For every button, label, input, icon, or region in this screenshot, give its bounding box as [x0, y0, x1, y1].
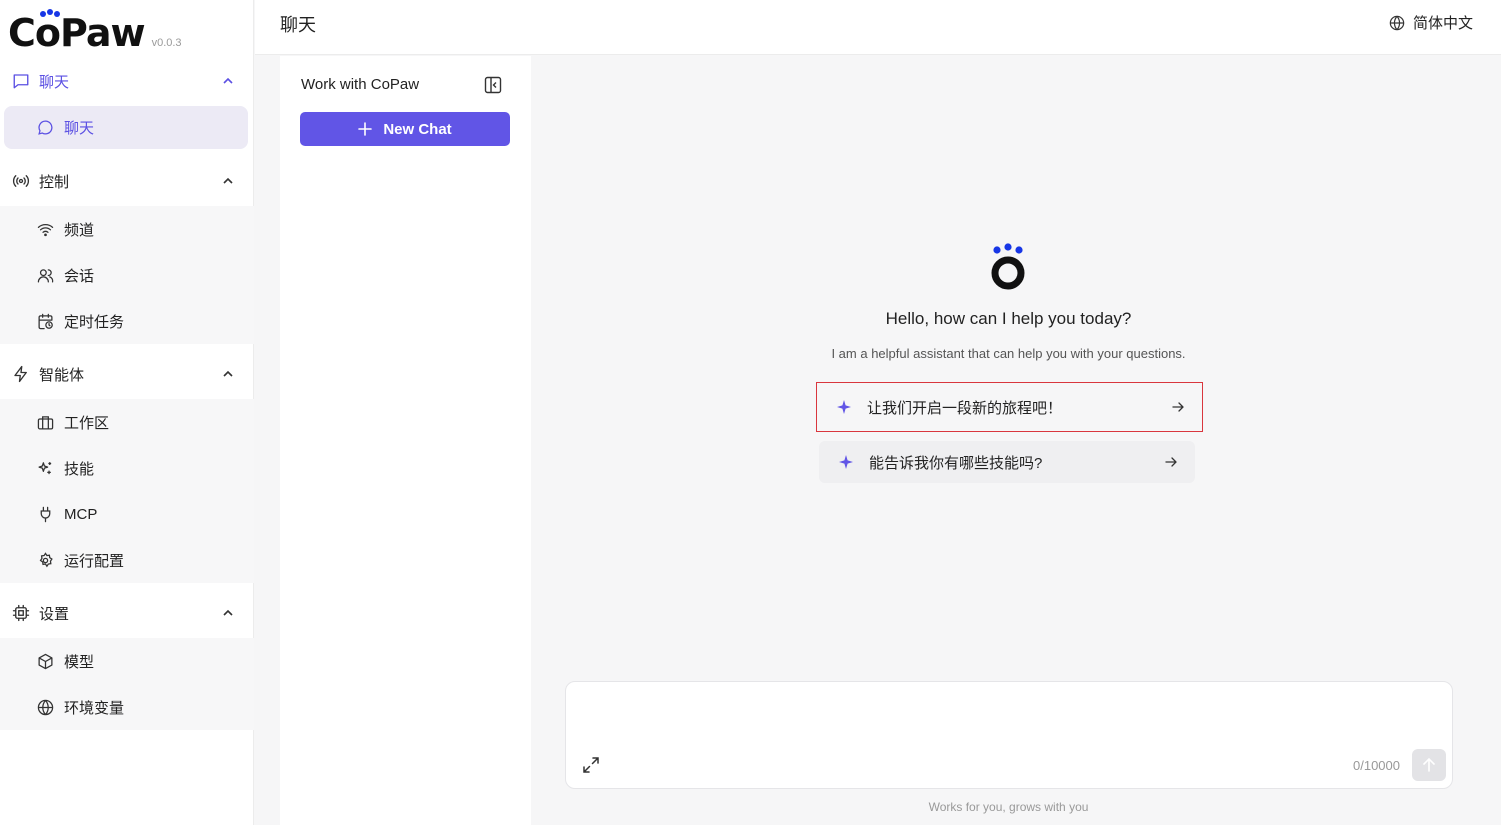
sidebar-item-label: 频道	[64, 221, 95, 239]
session-panel: Work with CoPaw New Chat	[280, 56, 531, 825]
sparkle-icon	[839, 455, 853, 469]
app-root: Co Paw v0.0.3 聊天 聊天 控制 频道 会话 定时任务 智能体 工作…	[0, 0, 1501, 825]
sidebar-item-models[interactable]: 模型	[0, 638, 254, 684]
sidebar-item-scheduled-tasks[interactable]: 定时任务	[0, 298, 254, 344]
users-icon	[37, 267, 54, 284]
globe-icon	[1389, 15, 1405, 31]
chat-input[interactable]	[580, 692, 1440, 748]
sidebar-item-workspace[interactable]: 工作区	[0, 399, 254, 445]
chat-input-box: 0/10000	[565, 681, 1453, 789]
footer-tagline: Works for you, grows with you	[928, 800, 1089, 814]
expand-icon[interactable]	[582, 756, 600, 774]
sidebar-item-runtime-config[interactable]: 运行配置	[0, 537, 254, 583]
arrow-right-icon	[1165, 456, 1177, 468]
brand-dots-icon	[39, 9, 60, 17]
sidebar-item-label: 工作区	[64, 414, 110, 432]
brand-name-prefix: C	[8, 11, 36, 55]
suggestion-text: 能告诉我你有哪些技能吗?	[869, 454, 1043, 472]
brand-logo: Co Paw v0.0.3	[8, 8, 182, 54]
menu-group-body: 聊天	[0, 106, 254, 149]
message-circle-icon	[37, 119, 54, 136]
sparkles-icon	[37, 460, 54, 477]
menu-group-header-chat[interactable]: 聊天	[0, 56, 254, 106]
sidebar-item-label: MCP	[64, 505, 98, 523]
menu-group-label: 控制	[39, 173, 70, 191]
calendar-clock-icon	[37, 313, 54, 330]
sparkle-icon	[837, 400, 851, 414]
sidebar-item-label: 运行配置	[64, 552, 125, 570]
menu-group-chat: 聊天 聊天	[0, 56, 254, 149]
briefcase-icon	[37, 414, 54, 431]
language-switch[interactable]: 简体中文	[1389, 12, 1473, 33]
sidebar-item-channels[interactable]: 频道	[0, 206, 254, 252]
brand-name-suffix: Paw	[60, 11, 146, 55]
sidebar: Co Paw v0.0.3 聊天 聊天 控制 频道 会话 定时任务 智能体 工作…	[0, 0, 254, 825]
language-label: 简体中文	[1412, 15, 1473, 32]
sidebar-item-label: 环境变量	[64, 699, 125, 717]
arrow-up-icon	[1423, 758, 1435, 772]
welcome-subtitle: I am a helpful assistant that can help y…	[831, 346, 1186, 361]
app-version: v0.0.3	[151, 37, 182, 49]
char-count: 0/10000	[1353, 758, 1400, 773]
menu-group-body: 模型 环境变量	[0, 638, 254, 730]
message-square-icon	[12, 72, 30, 90]
plug-icon	[37, 506, 54, 523]
menu-group-header-agent[interactable]: 智能体	[0, 349, 254, 399]
sidebar-item-env-vars[interactable]: 环境变量	[0, 684, 254, 730]
box-icon	[37, 653, 54, 670]
sidebar-item-skills[interactable]: 技能	[0, 445, 254, 491]
zap-icon	[12, 365, 30, 383]
menu-group-settings: 设置 模型 环境变量	[0, 588, 254, 730]
menu-group-label: 设置	[39, 605, 70, 623]
collapse-panel-icon[interactable]	[484, 76, 502, 94]
chevron-up-icon[interactable]	[222, 368, 234, 380]
chat-main: Hello, how can I help you today? I am a …	[531, 56, 1501, 825]
session-panel-title: Work with CoPaw	[301, 76, 420, 93]
menu-group-header-control[interactable]: 控制	[0, 156, 254, 206]
page-title: 聊天	[280, 15, 316, 35]
menu-group-agent: 智能体 工作区 技能 MCP 运行配置	[0, 349, 254, 583]
sidebar-item-chat[interactable]: 聊天	[4, 106, 248, 149]
new-chat-label: New Chat	[383, 120, 452, 138]
menu-group-header-settings[interactable]: 设置	[0, 588, 254, 638]
menu-group-label: 聊天	[39, 73, 70, 91]
sidebar-item-mcp[interactable]: MCP	[0, 491, 254, 537]
radio-broadcast-icon	[12, 172, 30, 190]
new-chat-button[interactable]: New Chat	[300, 112, 510, 146]
top-header: 聊天 简体中文	[255, 0, 1501, 55]
send-button[interactable]	[1412, 749, 1446, 781]
sidebar-item-label: 模型	[64, 653, 95, 671]
sidebar-item-label: 聊天	[64, 120, 95, 137]
chevron-up-icon[interactable]	[222, 175, 234, 187]
sidebar-item-sessions[interactable]: 会话	[0, 252, 254, 298]
suggestion-card[interactable]: 让我们开启一段新的旅程吧！	[816, 382, 1203, 432]
menu-group-control: 控制 频道 会话 定时任务	[0, 156, 254, 344]
welcome-title: Hello, how can I help you today?	[885, 309, 1132, 328]
copaw-logo-icon	[991, 243, 1025, 290]
wifi-icon	[37, 221, 54, 238]
sidebar-item-label: 定时任务	[64, 313, 125, 331]
globe-icon	[37, 699, 54, 716]
sidebar-item-label: 会话	[64, 267, 95, 285]
chevron-up-icon[interactable]	[222, 607, 234, 619]
arrow-right-icon	[1172, 401, 1184, 413]
brand-name: Co Paw	[8, 9, 146, 55]
suggestion-text: 让我们开启一段新的旅程吧！	[867, 399, 1063, 417]
plus-icon	[358, 122, 373, 136]
chevron-up-icon[interactable]	[222, 75, 234, 87]
suggestion-card[interactable]: 能告诉我你有哪些技能吗?	[819, 441, 1195, 483]
menu-group-body: 频道 会话 定时任务	[0, 206, 254, 344]
brand-o: o	[34, 9, 61, 55]
menu-group-label: 智能体	[39, 366, 85, 384]
sidebar-item-label: 技能	[64, 460, 95, 478]
cpu-icon	[12, 604, 30, 622]
gear-icon	[37, 551, 54, 569]
menu-group-body: 工作区 技能 MCP 运行配置	[0, 399, 254, 583]
